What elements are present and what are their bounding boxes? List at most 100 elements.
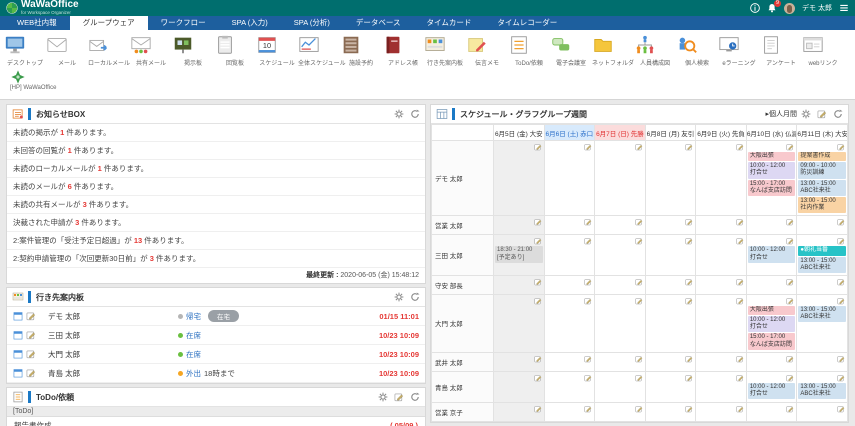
edit-icon[interactable]: [495, 217, 543, 226]
nav-tab-4[interactable]: SPA (入力): [219, 16, 281, 30]
menu-icon[interactable]: [839, 3, 849, 13]
edit-icon[interactable]: [596, 373, 644, 382]
schedule-event[interactable]: 13:00 - 15:00ABC社来社: [798, 257, 846, 273]
avatar[interactable]: [784, 3, 795, 14]
edit-icon[interactable]: [697, 236, 745, 245]
edit-icon[interactable]: [697, 217, 745, 226]
toolbar-item-memo[interactable]: 伝言メモ: [466, 34, 508, 67]
schedule-event[interactable]: 10:00 - 12:00打合せ: [748, 162, 796, 178]
edit-icon[interactable]: [495, 354, 543, 363]
schedule-event[interactable]: 10:00 - 12:00打合せ: [748, 383, 796, 399]
edit-icon[interactable]: [748, 404, 796, 413]
toolbar-item-meeting[interactable]: 電子会議室: [550, 34, 592, 67]
edit-icon[interactable]: [546, 217, 594, 226]
status-link[interactable]: 在席: [186, 349, 201, 360]
toolbar-item-person-search[interactable]: 個人検索: [676, 34, 718, 67]
status-link[interactable]: 帰宅: [186, 311, 201, 322]
bell-icon[interactable]: 9: [767, 3, 777, 13]
refresh-icon[interactable]: [410, 392, 420, 402]
schedule-event[interactable]: 10:00 - 12:00打合せ: [748, 316, 796, 332]
edit-icon[interactable]: [697, 142, 745, 151]
schedule-event[interactable]: 13:00 - 15:00ABC社来社: [798, 180, 846, 196]
edit-icon[interactable]: [798, 404, 846, 413]
edit-icon[interactable]: [647, 373, 695, 382]
schedule-event[interactable]: 大阪出張: [748, 306, 796, 315]
schedule-event[interactable]: 13:00 - 15:00社内作業: [798, 197, 846, 213]
edit-icon[interactable]: [748, 277, 796, 286]
refresh-icon[interactable]: [833, 109, 843, 119]
edit-icon[interactable]: [697, 277, 745, 286]
edit-icon[interactable]: [495, 142, 543, 151]
toolbar-item-destination[interactable]: 行き先案内板: [424, 34, 466, 67]
toolbar-item-mail[interactable]: メール: [46, 34, 88, 67]
gear-icon[interactable]: [394, 292, 404, 302]
toolbar-item-schedule[interactable]: 10スケジュール: [256, 34, 298, 67]
nav-tab-6[interactable]: データベース: [343, 16, 414, 30]
edit-icon[interactable]: [26, 368, 36, 378]
edit-icon[interactable]: [647, 354, 695, 363]
toolbar-item-todo[interactable]: ToDo/依頼: [508, 34, 550, 67]
edit-icon[interactable]: [495, 236, 543, 245]
edit-icon[interactable]: [495, 277, 543, 286]
toolbar-item-shared-mail[interactable]: 共有メール: [130, 34, 172, 67]
edit-icon[interactable]: [697, 404, 745, 413]
edit-icon[interactable]: [647, 142, 695, 151]
schedule-event[interactable]: 15:00 - 17:00なんば支店訪問: [748, 180, 796, 196]
edit-icon[interactable]: [546, 354, 594, 363]
toolbar-item-survey[interactable]: アンケート: [760, 34, 802, 67]
edit-icon[interactable]: [596, 404, 644, 413]
gear-icon[interactable]: [378, 392, 388, 402]
calendar-mini-icon[interactable]: [13, 330, 23, 340]
nav-tab-2[interactable]: グループウェア: [70, 16, 148, 30]
edit-icon[interactable]: [647, 277, 695, 286]
edit-icon[interactable]: [798, 217, 846, 226]
edit-icon[interactable]: [697, 354, 745, 363]
edit-icon[interactable]: [495, 404, 543, 413]
edit-icon[interactable]: [798, 142, 846, 151]
edit-icon[interactable]: [596, 277, 644, 286]
calendar-mini-icon[interactable]: [13, 349, 23, 359]
nav-tab-5[interactable]: SPA (分析): [281, 16, 343, 30]
schedule-event[interactable]: 15:00 - 17:00なんば支店訪問: [748, 333, 796, 349]
toolbar-item-bulletin-board[interactable]: 掲示板: [172, 34, 214, 67]
toolbar-item-address-book[interactable]: アドレス帳: [382, 34, 424, 67]
edit-icon[interactable]: [546, 373, 594, 382]
toolbar-item-circular[interactable]: 回覧板: [214, 34, 256, 67]
edit-icon[interactable]: [596, 236, 644, 245]
nav-tab-1[interactable]: WEB社内報: [4, 16, 70, 30]
edit-icon[interactable]: [647, 296, 695, 305]
schedule-event[interactable]: 大阪出張: [748, 152, 796, 161]
nav-tab-3[interactable]: ワークフロー: [148, 16, 219, 30]
calendar-mini-icon[interactable]: [13, 368, 23, 378]
toolbar-item-elearning[interactable]: eラーニング: [718, 34, 760, 67]
edit-icon[interactable]: [647, 236, 695, 245]
gear-icon[interactable]: [801, 109, 811, 119]
toolbar-item-org-chart[interactable]: 人員構成図: [634, 34, 676, 67]
toolbar-item-weblink[interactable]: webリンク: [802, 34, 844, 67]
refresh-icon[interactable]: [410, 109, 420, 119]
edit-icon[interactable]: [748, 217, 796, 226]
edit-icon[interactable]: [26, 311, 36, 321]
edit-icon[interactable]: [647, 217, 695, 226]
schedule-event[interactable]: 09:00 - 10:00防災訓練: [798, 162, 846, 178]
edit-icon[interactable]: [546, 142, 594, 151]
info-icon[interactable]: [750, 3, 760, 13]
edit-icon[interactable]: [546, 296, 594, 305]
nav-tab-7[interactable]: タイムカード: [414, 16, 485, 30]
schedule-event[interactable]: 13:00 - 15:00ABC社来社: [798, 383, 846, 399]
edit-icon[interactable]: [546, 404, 594, 413]
edit-icon[interactable]: [748, 296, 796, 305]
edit-icon[interactable]: [495, 296, 543, 305]
edit-icon[interactable]: [394, 392, 404, 402]
edit-icon[interactable]: [546, 236, 594, 245]
edit-icon[interactable]: [596, 354, 644, 363]
toolbar-item-all-schedule[interactable]: 全体スケジュール: [298, 34, 340, 67]
toolbar-item-facility[interactable]: 施設予約: [340, 34, 382, 67]
schedule-event[interactable]: 18:30 - 21:00[予定あり]: [495, 246, 543, 262]
status-link[interactable]: 外出: [186, 368, 201, 379]
toolbar-item-net-folder[interactable]: ネットフォルダ: [592, 34, 634, 67]
calendar-mini-icon[interactable]: [13, 311, 23, 321]
schedule-event[interactable]: 10:00 - 12:00打合せ: [748, 246, 796, 262]
refresh-icon[interactable]: [410, 292, 420, 302]
gear-icon[interactable]: [394, 109, 404, 119]
